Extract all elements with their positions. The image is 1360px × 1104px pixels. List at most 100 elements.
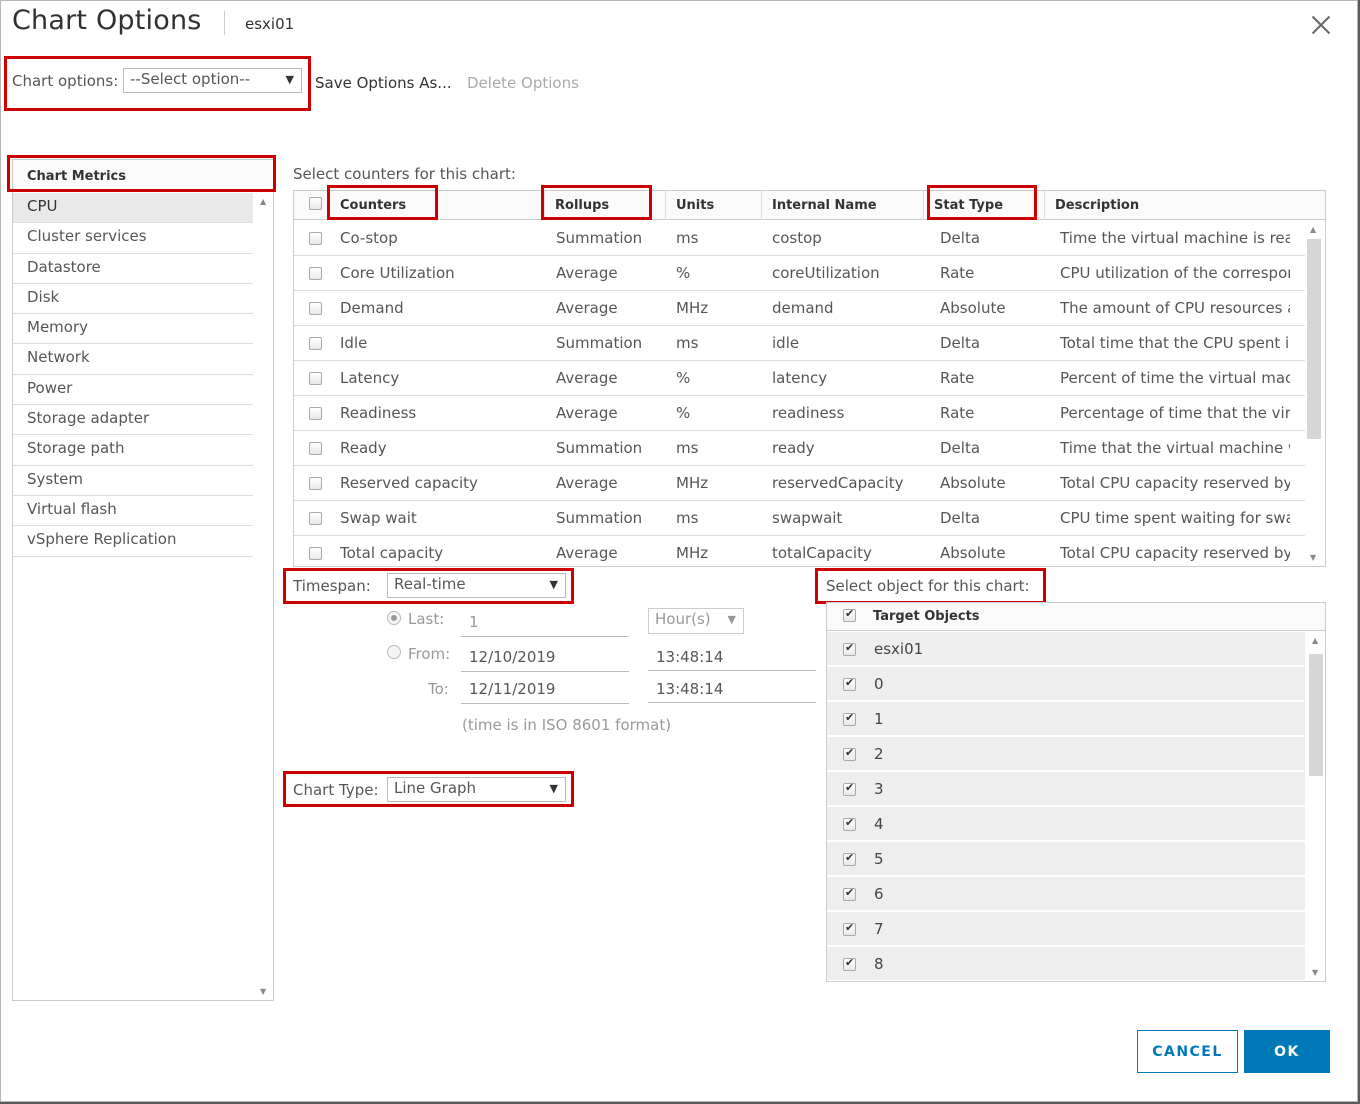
row-checkbox[interactable] bbox=[309, 232, 322, 245]
save-options-as-link[interactable]: Save Options As... bbox=[315, 74, 452, 92]
row-checkbox[interactable] bbox=[309, 302, 322, 315]
units-cell: MHz bbox=[676, 299, 709, 317]
metrics-item[interactable]: System bbox=[13, 466, 253, 496]
table-row[interactable]: Ready Summation ms ready Delta Time that the … bbox=[294, 431, 1305, 466]
ok-button[interactable]: OK bbox=[1244, 1030, 1330, 1073]
target-checkbox[interactable] bbox=[843, 851, 856, 866]
row-checkbox[interactable] bbox=[309, 372, 322, 385]
target-checkbox[interactable] bbox=[843, 711, 856, 726]
from-radio[interactable] bbox=[387, 645, 401, 659]
table-row[interactable]: Reserved capacity Average MHz reservedCapac… bbox=[294, 466, 1305, 501]
description-cell: Total CPU capacity reserved by ... bbox=[1060, 474, 1290, 492]
list-item[interactable]: 5 bbox=[827, 842, 1305, 877]
scroll-down-icon[interactable]: ▼ bbox=[1312, 968, 1318, 977]
metrics-item[interactable]: Storage path bbox=[13, 435, 253, 466]
table-row[interactable]: Total capacity Average MHz totalCapacity Abs… bbox=[294, 536, 1305, 566]
list-item[interactable]: 8 bbox=[827, 947, 1305, 981]
metrics-item[interactable]: Disk bbox=[13, 284, 253, 315]
metrics-item[interactable]: Memory bbox=[13, 314, 253, 345]
chart-type-select[interactable]: Line Graph ▼ bbox=[387, 777, 566, 802]
scroll-down-icon[interactable]: ▼ bbox=[260, 987, 266, 996]
target-checkbox[interactable] bbox=[843, 676, 856, 691]
units-cell: ms bbox=[676, 229, 699, 247]
list-item[interactable]: 6 bbox=[827, 877, 1305, 912]
rollup-cell: Average bbox=[556, 369, 618, 387]
scroll-up-icon[interactable]: ▲ bbox=[1312, 636, 1318, 645]
metrics-item[interactable]: Storage adapter bbox=[13, 405, 253, 436]
chart-options-select[interactable]: --Select option-- ▼ bbox=[123, 68, 302, 93]
row-checkbox[interactable] bbox=[309, 512, 322, 525]
column-header-internal-name[interactable]: Internal Name bbox=[761, 191, 923, 220]
metrics-item[interactable]: Virtual flash bbox=[13, 496, 253, 527]
time-format-note: (time is in ISO 8601 format) bbox=[462, 716, 672, 734]
to-time-field[interactable]: 13:48:14 bbox=[648, 678, 816, 703]
rollup-cell: Summation bbox=[556, 229, 643, 247]
metrics-scrollbar[interactable]: ▲ ▼ bbox=[255, 193, 273, 1000]
column-header-rollups[interactable]: Rollups bbox=[544, 191, 665, 220]
target-checkbox[interactable] bbox=[843, 886, 856, 901]
table-row[interactable]: Core Utilization Average% coreUtilization R… bbox=[294, 256, 1305, 291]
chevron-down-icon: ▼ bbox=[727, 613, 736, 626]
last-radio[interactable] bbox=[387, 611, 401, 625]
column-header-description[interactable]: Description bbox=[1044, 191, 1325, 220]
list-item[interactable]: 2 bbox=[827, 737, 1305, 772]
metrics-item[interactable]: Power bbox=[13, 375, 253, 406]
table-row[interactable]: Swap wait Summation ms swapwait Delta CPU tim… bbox=[294, 501, 1305, 536]
cancel-button[interactable]: CANCEL bbox=[1137, 1030, 1238, 1073]
row-checkbox[interactable] bbox=[309, 547, 322, 560]
column-header-stat-type[interactable]: Stat Type bbox=[923, 191, 1044, 220]
column-header-units[interactable]: Units bbox=[665, 191, 761, 220]
list-item[interactable]: 3 bbox=[827, 772, 1305, 807]
close-icon[interactable] bbox=[1309, 13, 1333, 37]
row-checkbox[interactable] bbox=[309, 477, 322, 490]
row-checkbox[interactable] bbox=[309, 407, 322, 420]
to-label: To: bbox=[428, 680, 449, 698]
list-item[interactable]: 1 bbox=[827, 702, 1305, 737]
table-row[interactable]: Demand Average MHz demand Absolute The amount… bbox=[294, 291, 1305, 326]
select-all-checkbox[interactable] bbox=[309, 197, 322, 210]
row-checkbox[interactable] bbox=[309, 337, 322, 350]
row-checkbox[interactable] bbox=[309, 442, 322, 455]
from-date-field[interactable]: 12/10/2019 bbox=[461, 646, 629, 672]
metrics-item[interactable]: Cluster services bbox=[13, 223, 253, 254]
scroll-up-icon[interactable]: ▲ bbox=[1310, 225, 1316, 234]
internal-name-cell: reservedCapacity bbox=[772, 474, 904, 492]
target-checkbox[interactable] bbox=[843, 641, 856, 656]
rollup-cell: Average bbox=[556, 544, 618, 562]
rollup-cell: Average bbox=[556, 474, 618, 492]
scroll-thumb[interactable] bbox=[1307, 239, 1321, 439]
target-checkbox[interactable] bbox=[843, 816, 856, 831]
metrics-item[interactable]: vSphere Replication bbox=[13, 526, 253, 557]
scroll-down-icon[interactable]: ▼ bbox=[1310, 553, 1316, 562]
last-value-field[interactable]: 1 bbox=[461, 611, 629, 637]
scroll-thumb[interactable] bbox=[1309, 654, 1323, 776]
metrics-item[interactable]: Network bbox=[13, 344, 253, 375]
target-label: 1 bbox=[874, 710, 884, 728]
targets-scrollbar[interactable]: ▲ ▼ bbox=[1307, 632, 1325, 981]
list-item[interactable]: 0 bbox=[827, 667, 1305, 702]
target-checkbox[interactable] bbox=[843, 746, 856, 761]
table-row[interactable]: Co-stop Summation ms costop Delta Time the vi… bbox=[294, 221, 1305, 256]
metrics-item[interactable]: CPU bbox=[13, 193, 253, 224]
last-unit-select[interactable]: Hour(s) ▼ bbox=[648, 608, 744, 634]
target-checkbox[interactable] bbox=[843, 921, 856, 936]
row-checkbox[interactable] bbox=[309, 267, 322, 280]
timespan-select[interactable]: Real-time ▼ bbox=[387, 573, 566, 598]
units-cell: % bbox=[676, 264, 691, 282]
table-row[interactable]: Idle Summation ms idle Delta Total time that … bbox=[294, 326, 1305, 361]
metrics-item[interactable]: Datastore bbox=[13, 254, 253, 284]
target-checkbox[interactable] bbox=[843, 781, 856, 796]
list-item[interactable]: 4 bbox=[827, 807, 1305, 842]
list-item[interactable]: esxi01 bbox=[827, 632, 1305, 667]
chart-metrics-panel: Chart Metrics CPU Cluster services Datasto… bbox=[12, 159, 274, 1001]
column-header-counters[interactable]: Counters bbox=[330, 191, 544, 220]
table-row[interactable]: Readiness Average% readiness Rate Percentage… bbox=[294, 396, 1305, 431]
counters-scrollbar[interactable]: ▲ ▼ bbox=[1305, 221, 1323, 566]
table-row[interactable]: Latency Average% latency Rate Percent of tim… bbox=[294, 361, 1305, 396]
target-checkbox[interactable] bbox=[843, 956, 856, 971]
scroll-up-icon[interactable]: ▲ bbox=[260, 197, 266, 206]
select-all-targets-checkbox[interactable] bbox=[843, 607, 856, 622]
to-date-field[interactable]: 12/11/2019 bbox=[461, 678, 629, 704]
list-item[interactable]: 7 bbox=[827, 912, 1305, 947]
from-time-field[interactable]: 13:48:14 bbox=[648, 646, 816, 671]
